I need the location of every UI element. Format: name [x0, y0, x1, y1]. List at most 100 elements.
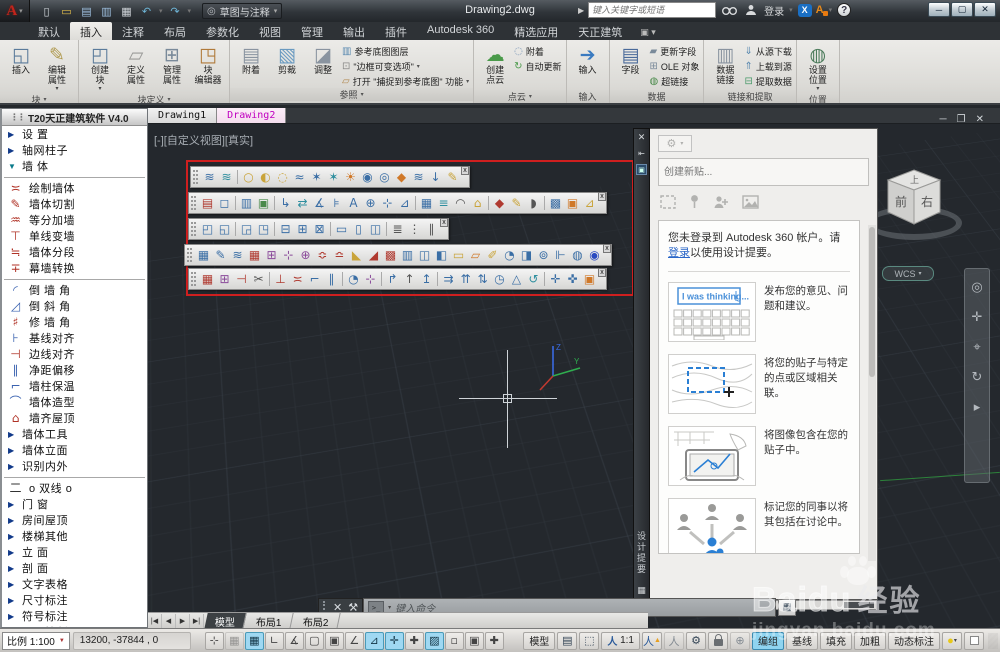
draworder-toolbar-icon[interactable]: ◱: [216, 221, 233, 237]
hyperlink-item[interactable]: ◍超链接: [650, 75, 700, 88]
edit-toolbar-icon[interactable]: ≍: [289, 271, 306, 287]
plot-icon[interactable]: ▦: [118, 3, 135, 19]
annotation-toolbar-icon[interactable]: ▣: [564, 195, 581, 211]
draworder-toolbar-icon[interactable]: ∥: [423, 221, 440, 237]
exchange-apps-icon[interactable]: X: [798, 4, 812, 17]
annotation-toolbar-icon[interactable]: ⊹: [379, 195, 396, 211]
close-button[interactable]: ✕: [974, 2, 996, 17]
wall-toolbar-icon[interactable]: ⊚: [535, 247, 552, 263]
annotation-toolbar-icon[interactable]: ⊕: [362, 195, 379, 211]
sidebar-item-剖面[interactable]: ▶剖 面: [2, 560, 147, 576]
zoom-icon[interactable]: ⌖: [973, 339, 980, 355]
annotation-toolbar-icon[interactable]: ▣: [255, 195, 272, 211]
annotation-toolbar-icon[interactable]: ⇄: [294, 195, 311, 211]
command-history-caret-icon[interactable]: ▾: [388, 604, 391, 611]
sidebar-item-墙柱保温[interactable]: ⌐墙柱保温: [2, 378, 147, 394]
vp-close-button[interactable]: ✕: [976, 114, 984, 125]
annotation-toolbar-icon[interactable]: ◻: [216, 195, 233, 211]
panel-footer-数据[interactable]: 数据: [610, 90, 704, 103]
sidebar-item-房间屋顶[interactable]: ▶房间屋顶: [2, 512, 147, 528]
render-toolbar-icon[interactable]: ◎: [376, 169, 393, 185]
showmotion-icon[interactable]: ▸: [974, 399, 981, 415]
wall-toolbar-icon[interactable]: ▦: [195, 247, 212, 263]
wall-toolbar-icon[interactable]: ◍: [569, 247, 586, 263]
sidebar-item-基线对齐[interactable]: ⊦基线对齐: [2, 330, 147, 346]
wall-toolbar-icon[interactable]: ✐: [484, 247, 501, 263]
wcs-dropdown[interactable]: WCS ▾: [882, 266, 934, 281]
pin-icon[interactable]: [688, 194, 701, 212]
layout-quickview-icon[interactable]: ▤: [557, 632, 577, 650]
pan-icon[interactable]: ✛: [972, 309, 983, 325]
sidebar-item-设置[interactable]: ▶设 置: [2, 126, 147, 142]
orbit-icon[interactable]: ↻: [972, 369, 983, 385]
draworder-toolbar-icon[interactable]: ▭: [333, 221, 350, 237]
status-button-加粗[interactable]: 加粗: [854, 632, 886, 650]
sidebar-item-墙齐屋顶[interactable]: ⌂墙齐屋顶: [2, 410, 147, 426]
feed-vertical-scrollbar[interactable]: [868, 225, 876, 561]
sidebar-item-楼梯其他[interactable]: ▶楼梯其他: [2, 528, 147, 544]
pointcloud-attach-item[interactable]: ◌附着: [514, 45, 561, 58]
panel-footer-参照[interactable]: 参照▾: [230, 88, 473, 101]
search-binoculars-icon[interactable]: [720, 2, 738, 18]
annotation-toolbar-icon[interactable]: ◗: [525, 195, 542, 211]
save-as-icon[interactable]: ▥: [98, 3, 115, 19]
toolbar-close-icon[interactable]: x: [461, 166, 469, 175]
toolbar-grip[interactable]: [187, 248, 192, 262]
layout-nav-arrow[interactable]: |◀: [148, 614, 162, 628]
infocenter-expand-icon[interactable]: ▶: [578, 6, 584, 15]
selection-toggle[interactable]: ▣: [465, 632, 484, 650]
new-file-icon[interactable]: ▯: [38, 3, 55, 19]
edit-toolbar-icon[interactable]: ↥: [418, 271, 435, 287]
edit-toolbar-icon[interactable]: ▣: [581, 271, 598, 287]
ribbon-tab-参数化[interactable]: 参数化: [196, 22, 249, 40]
sidebar-item-墙体切割[interactable]: ✎墙体切割: [2, 196, 147, 212]
render-toolbar-icon[interactable]: ≋: [410, 169, 427, 185]
create-point-cloud-button[interactable]: ☁创建 点云: [478, 43, 512, 86]
feed-close-icon[interactable]: ✕: [638, 132, 646, 143]
design-feed-tab-label[interactable]: 设计提要: [635, 531, 648, 575]
sidebar-item-幕墙转换[interactable]: ∓幕墙转换: [2, 260, 147, 276]
edit-toolbar-icon[interactable]: ◷: [491, 271, 508, 287]
clip-button[interactable]: ▧剪裁: [270, 43, 304, 77]
sidebar-item-识别内外[interactable]: ▶识别内外: [2, 458, 147, 474]
sidebar-item-墙体工具[interactable]: ▶墙体工具: [2, 426, 147, 442]
sidebar-item-倒斜角[interactable]: ◿倒 斜 角: [2, 298, 147, 314]
sidebar-title[interactable]: ⋮⋮ T20天正建筑软件 V4.0: [2, 109, 147, 126]
sidebar-item-o双线o[interactable]: 二o 双线 o: [2, 480, 147, 496]
wall-toolbar-icon[interactable]: ◢: [365, 247, 382, 263]
save-icon[interactable]: ▤: [78, 3, 95, 19]
render-toolbar-icon[interactable]: ☀: [342, 169, 359, 185]
underlay-layers-item[interactable]: ▥参考底图图层: [342, 45, 469, 58]
annotation-toolbar-icon[interactable]: ↳: [277, 195, 294, 211]
sidebar-item-倒墙角[interactable]: ◜倒 墙 角: [2, 282, 147, 298]
auto-update-item[interactable]: ↻自动更新: [514, 60, 561, 73]
wall-toolbar-icon[interactable]: ◣: [348, 247, 365, 263]
layout-tab-布局1[interactable]: 布局1: [245, 613, 293, 629]
vp-minimize-button[interactable]: ─: [940, 114, 947, 125]
signin-label[interactable]: 登录: [764, 3, 784, 18]
sidebar-item-边线对齐[interactable]: ⊣边线对齐: [2, 346, 147, 362]
panel-footer-块[interactable]: 块▾: [0, 93, 78, 105]
sidebar-item-修墙角[interactable]: ♯修 墙 角: [2, 314, 147, 330]
edit-toolbar-icon[interactable]: ⊞: [216, 271, 233, 287]
layout-nav-arrow[interactable]: ◀: [162, 614, 176, 628]
render-toolbar-icon[interactable]: ≋: [218, 169, 235, 185]
sidebar-item-等分加墙[interactable]: ♒等分加墙: [2, 212, 147, 228]
ribbon-tab-输出[interactable]: 输出: [333, 22, 375, 40]
steering-wheel-icon[interactable]: ◎: [971, 279, 982, 295]
render-toolbar-icon[interactable]: ◉: [359, 169, 376, 185]
file-tab-Drawing1[interactable]: Drawing1: [148, 108, 217, 123]
edit-toolbar-icon[interactable]: ⊣: [233, 271, 250, 287]
layout-tab-模型[interactable]: 模型: [204, 613, 246, 629]
edit-toolbar-icon[interactable]: ⇅: [474, 271, 491, 287]
render-toolbar-icon[interactable]: ≋: [201, 169, 218, 185]
toolbar-close-icon[interactable]: x: [440, 218, 448, 227]
signin-link[interactable]: 登录: [668, 247, 690, 259]
status-button-编组[interactable]: 编组: [752, 632, 784, 650]
autodesk360-icon[interactable]: A: [816, 4, 824, 16]
draworder-toolbar-icon[interactable]: ⊞: [294, 221, 311, 237]
wall-toolbar-icon[interactable]: ⊞: [263, 247, 280, 263]
feed-anchor-icon[interactable]: ▦: [637, 585, 646, 596]
render-toolbar-icon[interactable]: ◆: [393, 169, 410, 185]
upload-to-source-item[interactable]: ⇑上载到源: [744, 60, 791, 73]
